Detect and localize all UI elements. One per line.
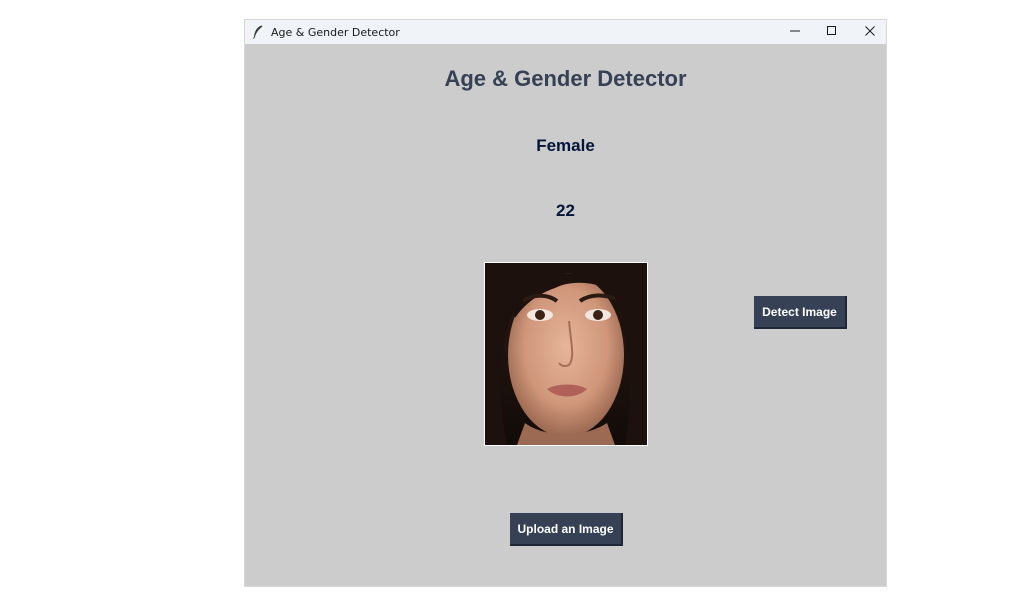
- upload-image-button[interactable]: Upload an Image: [510, 513, 623, 546]
- gender-result: Female: [536, 136, 595, 155]
- feather-icon: [251, 25, 265, 39]
- detect-image-button[interactable]: Detect Image: [754, 296, 847, 329]
- uploaded-image: [484, 262, 648, 446]
- maximize-button[interactable]: [813, 20, 851, 44]
- close-button[interactable]: [851, 20, 889, 44]
- app-window: Age & Gender Detector Age & Gender Detec…: [245, 20, 886, 586]
- age-result: 22: [556, 201, 575, 220]
- portrait-image: [485, 263, 647, 445]
- window-title: Age & Gender Detector: [271, 25, 400, 39]
- maximize-icon: [827, 23, 837, 41]
- page-title: Age & Gender Detector: [444, 66, 687, 91]
- close-icon: [865, 23, 875, 41]
- title-bar[interactable]: Age & Gender Detector: [245, 20, 886, 44]
- minimize-button[interactable]: [776, 20, 814, 44]
- minimize-icon: [790, 23, 800, 41]
